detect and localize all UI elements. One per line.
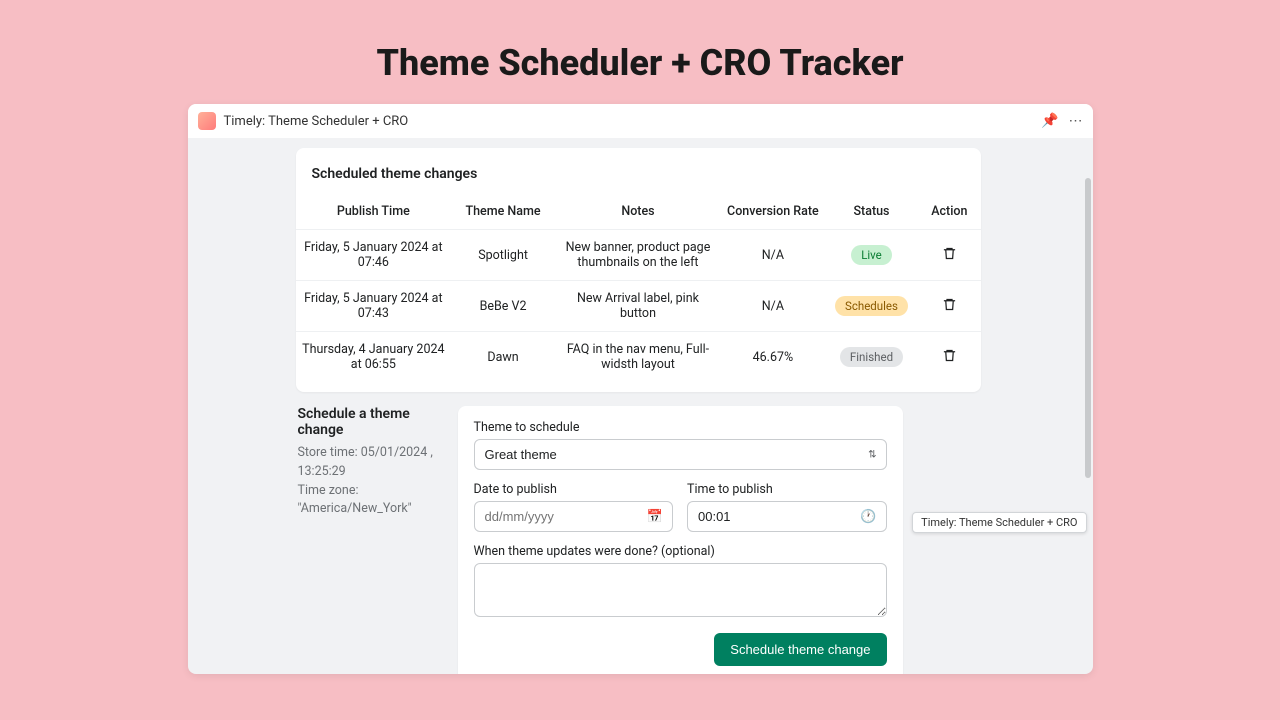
cell-notes: New banner, product page thumbnails on t… [555,230,721,281]
time-to-publish-label: Time to publish [687,482,887,497]
trash-icon[interactable] [942,348,957,367]
theme-to-schedule-label: Theme to schedule [474,420,887,435]
col-publish-time: Publish Time [296,194,452,230]
status-badge: Finished [840,347,903,367]
app-window: Timely: Theme Scheduler + CRO 📌 ⋯ Schedu… [188,104,1093,674]
time-zone: Time zone: "America/New_York" [298,482,438,520]
cell-status: Schedules [825,281,918,332]
tooltip: Timely: Theme Scheduler + CRO [912,512,1086,533]
cell-notes: FAQ in the nav menu, Full-widsth layout [555,332,721,383]
notes-label: When theme updates were done? (optional) [474,544,887,559]
cell-theme-name: BeBe V2 [451,281,555,332]
theme-select[interactable]: Great theme [474,439,887,470]
cell-notes: New Arrival label, pink button [555,281,721,332]
status-badge: Live [851,245,892,265]
table-row: Friday, 5 January 2024 at 07:46Spotlight… [296,230,981,281]
trash-icon[interactable] [942,297,957,316]
store-time: Store time: 05/01/2024 , 13:25:29 [298,444,438,482]
cell-conversion-rate: N/A [721,281,825,332]
app-title: Timely: Theme Scheduler + CRO [224,114,1042,129]
more-icon[interactable]: ⋯ [1069,113,1083,129]
scroll-area[interactable]: Scheduled theme changes Publish Time The… [198,138,1083,674]
status-badge: Schedules [835,296,908,316]
cell-status: Finished [825,332,918,383]
page-heading: Theme Scheduler + CRO Tracker [0,0,1280,104]
cell-status: Live [825,230,918,281]
col-notes: Notes [555,194,721,230]
trash-icon[interactable] [942,246,957,265]
date-input[interactable] [474,501,674,532]
col-conversion-rate: Conversion Rate [721,194,825,230]
table-row: Thursday, 4 January 2024 at 06:55DawnFAQ… [296,332,981,383]
scrollbar[interactable] [1085,178,1091,478]
schedule-form-card: Theme to schedule Great theme ⇅ Date to … [458,406,903,674]
schedule-info: Schedule a theme change Store time: 05/0… [198,406,438,519]
table-row: Friday, 5 January 2024 at 07:43BeBe V2Ne… [296,281,981,332]
cell-publish-time: Friday, 5 January 2024 at 07:46 [296,230,452,281]
col-action: Action [918,194,980,230]
cell-action [918,230,980,281]
app-logo-icon [198,112,216,130]
col-theme-name: Theme Name [451,194,555,230]
notes-textarea[interactable] [474,563,887,617]
scheduled-changes-title: Scheduled theme changes [296,166,981,194]
date-to-publish-label: Date to publish [474,482,674,497]
schedule-heading: Schedule a theme change [298,406,438,438]
window-header: Timely: Theme Scheduler + CRO 📌 ⋯ [188,104,1093,138]
time-input[interactable] [687,501,887,532]
scheduled-changes-card: Scheduled theme changes Publish Time The… [296,148,981,392]
pin-icon[interactable]: 📌 [1041,113,1058,129]
cell-action [918,332,980,383]
schedule-theme-change-button[interactable]: Schedule theme change [714,633,886,666]
cell-conversion-rate: N/A [721,230,825,281]
cell-theme-name: Dawn [451,332,555,383]
cell-publish-time: Thursday, 4 January 2024 at 06:55 [296,332,452,383]
cell-publish-time: Friday, 5 January 2024 at 07:43 [296,281,452,332]
scheduled-changes-table: Publish Time Theme Name Notes Conversion… [296,194,981,382]
cell-conversion-rate: 46.67% [721,332,825,383]
cell-theme-name: Spotlight [451,230,555,281]
cell-action [918,281,980,332]
col-status: Status [825,194,918,230]
